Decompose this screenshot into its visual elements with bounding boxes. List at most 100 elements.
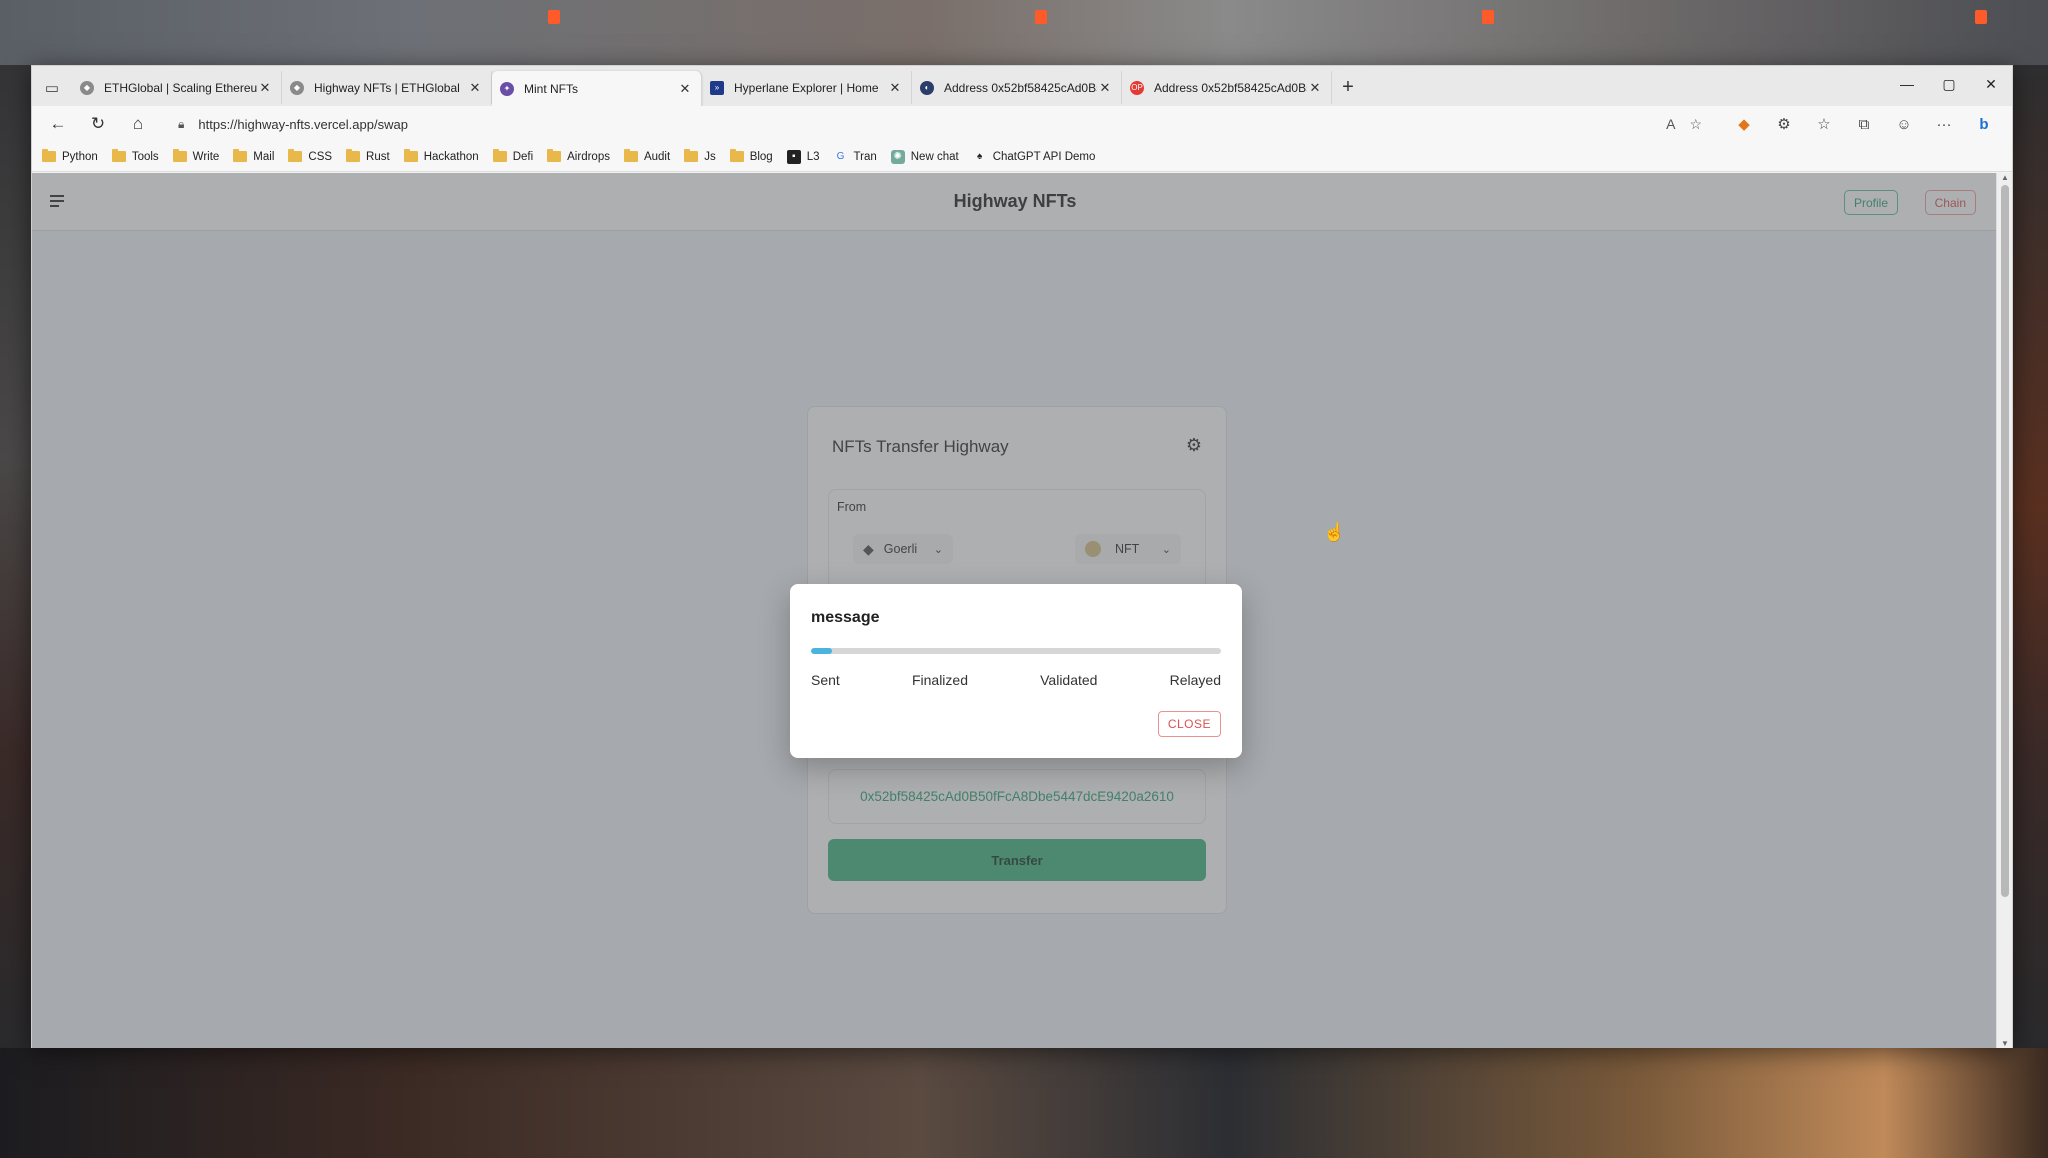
- metamask-icon[interactable]: ◆: [1724, 109, 1764, 139]
- window-controls: — ▢ ✕: [1886, 66, 2012, 102]
- tab-label: Address 0x52bf58425cAd0B50fF...: [944, 80, 1097, 95]
- tab-ethglobal-scaling[interactable]: ◆ ETHGlobal | Scaling Ethereum 20... ✕: [72, 71, 282, 104]
- wallpaper-light: [548, 10, 560, 24]
- web-content: Highway NFTs Profile Chain NFTs Transfer…: [32, 173, 1998, 1048]
- bookmark-python[interactable]: Python: [42, 149, 98, 163]
- bookmarks-bar: Python Tools Write Mail CSS Rust Hackath…: [32, 142, 2012, 172]
- explorer-icon: ◐: [920, 80, 934, 95]
- message-progress-bar: [811, 648, 1221, 654]
- extensions-bar: ◆ ⚙ ☆ ⧉ ☺ ··· b: [1724, 109, 2004, 139]
- back-icon[interactable]: ←: [38, 108, 78, 140]
- collections-icon[interactable]: ⧉: [1844, 109, 1884, 139]
- l3-icon: ▪: [786, 149, 801, 164]
- close-tab-icon[interactable]: ✕: [887, 80, 903, 96]
- read-aloud-icon[interactable]: A: [1666, 116, 1675, 132]
- bookmark-label: Python: [62, 150, 98, 163]
- bookmark-label: CSS: [308, 150, 333, 163]
- bookmark-label: Blog: [749, 150, 773, 163]
- more-menu-icon[interactable]: ···: [1924, 109, 1964, 139]
- extensions-icon[interactable]: ⚙: [1764, 109, 1804, 139]
- maximize-icon[interactable]: ▢: [1928, 66, 1970, 102]
- lock-icon: 🔒︎: [178, 116, 185, 131]
- tab-address-explorer[interactable]: ◐ Address 0x52bf58425cAd0B50fF... ✕: [912, 71, 1122, 104]
- close-tab-icon[interactable]: ✕: [467, 80, 483, 96]
- bookmark-hackathon[interactable]: Hackathon: [403, 149, 479, 163]
- folder-icon: [111, 149, 126, 162]
- bookmark-write[interactable]: Write: [172, 149, 219, 163]
- bookmark-tools[interactable]: Tools: [111, 149, 159, 163]
- close-tab-icon[interactable]: ✕: [1097, 80, 1113, 96]
- bookmark-label: Tools: [131, 150, 159, 163]
- address-bar[interactable]: 🔒︎ https://highway-nfts.vercel.app/swap …: [166, 110, 1714, 138]
- minimize-icon[interactable]: —: [1886, 66, 1928, 102]
- tab-highway-nfts-ethglobal[interactable]: ◆ Highway NFTs | ETHGlobal ✕: [282, 71, 492, 104]
- bookmark-rust[interactable]: Rust: [346, 149, 390, 163]
- bookmark-label: Tran: [853, 150, 877, 163]
- close-tab-icon[interactable]: ✕: [677, 81, 693, 97]
- tab-strip: ▭ ◆ ETHGlobal | Scaling Ethereum 20... ✕…: [32, 66, 2012, 106]
- step-validated: Validated: [1040, 672, 1098, 688]
- desktop-wallpaper-top: [0, 0, 2048, 65]
- url-text: https://highway-nfts.vercel.app/swap: [198, 116, 408, 132]
- browser-toolbar: ← ↻ ⌂ 🔒︎ https://highway-nfts.vercel.app…: [32, 106, 2012, 142]
- close-window-icon[interactable]: ✕: [1970, 66, 2012, 102]
- folder-icon: [346, 149, 361, 162]
- bookmark-label: Defi: [512, 150, 534, 163]
- tab-label: ETHGlobal | Scaling Ethereum 20...: [104, 80, 257, 95]
- tab-label: Highway NFTs | ETHGlobal: [314, 80, 460, 95]
- wallpaper-light: [1975, 10, 1987, 24]
- bookmark-l3[interactable]: ▪ L3: [786, 149, 820, 164]
- bing-copilot-icon[interactable]: b: [1964, 109, 2004, 139]
- tab-actions-icon[interactable]: ▭: [32, 70, 72, 106]
- close-tab-icon[interactable]: ✕: [257, 80, 273, 96]
- bookmark-label: L3: [806, 150, 820, 163]
- translate-icon: G: [836, 151, 845, 162]
- bookmark-new-chat[interactable]: ✺ New chat: [890, 149, 959, 164]
- nft-icon: ✦: [500, 81, 514, 96]
- folder-icon: [288, 149, 303, 162]
- progress-steps: Sent Finalized Validated Relayed: [811, 672, 1221, 688]
- folder-icon: [729, 149, 744, 162]
- profile-avatar-icon[interactable]: ☺: [1884, 109, 1924, 139]
- chatgpt-icon: ✺: [890, 149, 905, 164]
- bookmark-label: Airdrops: [567, 150, 610, 163]
- folder-icon: [403, 149, 418, 162]
- scroll-up-icon[interactable]: ▲: [1997, 173, 2013, 182]
- close-button[interactable]: CLOSE: [1157, 711, 1221, 737]
- tab-hyperlane-explorer[interactable]: » Hyperlane Explorer | Home ✕: [702, 71, 912, 104]
- bookmark-label: New chat: [910, 150, 959, 163]
- bookmark-blog[interactable]: Blog: [729, 149, 773, 163]
- ethglobal-icon: ◆: [80, 80, 94, 95]
- bookmark-audit[interactable]: Audit: [623, 149, 671, 163]
- scroll-down-icon[interactable]: ▼: [1997, 1039, 2013, 1048]
- page-scrollbar[interactable]: ▲ ▼: [1996, 173, 2012, 1048]
- close-tab-icon[interactable]: ✕: [1307, 80, 1323, 96]
- folder-icon: [172, 149, 187, 162]
- tab-label: Mint NFTs: [524, 81, 578, 96]
- refresh-icon[interactable]: ↻: [78, 108, 118, 140]
- new-tab-icon[interactable]: +: [1332, 71, 1364, 104]
- bookmark-mail[interactable]: Mail: [233, 149, 274, 163]
- favorites-icon[interactable]: ☆: [1804, 109, 1844, 139]
- progress-fill: [811, 648, 832, 654]
- folder-icon: [623, 149, 638, 162]
- step-relayed: Relayed: [1169, 672, 1221, 688]
- bookmark-defi[interactable]: Defi: [492, 149, 534, 163]
- desktop-wallpaper-right: [2013, 65, 2048, 1050]
- bookmark-css[interactable]: CSS: [288, 149, 333, 163]
- bookmark-js[interactable]: Js: [684, 149, 716, 163]
- message-dialog: message Sent Finalized Validated Relayed…: [790, 584, 1242, 758]
- bookmark-label: ChatGPT API Demo: [992, 150, 1096, 163]
- bookmark-label: Audit: [643, 150, 671, 163]
- desktop-wallpaper-left: [0, 65, 31, 1050]
- bookmark-label: Rust: [366, 150, 390, 163]
- home-icon[interactable]: ⌂: [118, 108, 158, 140]
- scrollbar-thumb[interactable]: [2001, 185, 2009, 897]
- bookmark-chatgpt-api-demo[interactable]: ♠ ChatGPT API Demo: [973, 150, 1096, 164]
- bookmark-airdrops[interactable]: Airdrops: [547, 149, 610, 163]
- bookmark-tran[interactable]: G Tran: [834, 150, 877, 164]
- favorite-star-icon[interactable]: ☆: [1689, 116, 1702, 133]
- folder-icon: [684, 149, 699, 162]
- tab-mint-nfts[interactable]: ✦ Mint NFTs ✕: [492, 71, 702, 106]
- tab-address-optimism[interactable]: OP Address 0x52bf58425cAd0B50fF... ✕: [1122, 71, 1332, 104]
